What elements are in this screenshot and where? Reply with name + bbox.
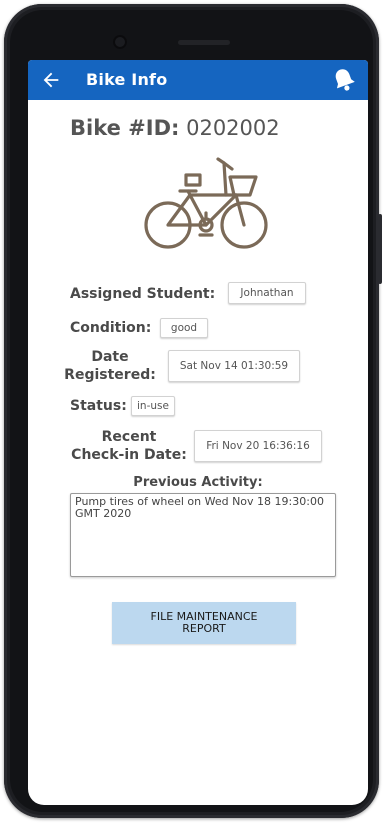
bike-id-value: 0202002 <box>186 116 280 140</box>
previous-activity-textarea[interactable]: Pump tires of wheel on Wed Nov 18 19:30:… <box>70 493 336 577</box>
recent-checkin-label: Recent Check-in Date: <box>68 428 190 464</box>
recent-checkin-label-line2: Check-in Date: <box>71 447 187 463</box>
condition-label: Condition: <box>70 320 152 336</box>
side-button <box>378 214 382 284</box>
bike-id-heading: Bike #ID: 0202002 <box>70 116 280 140</box>
previous-activity-label: Previous Activity: <box>133 475 263 490</box>
bicycle-icon <box>144 157 268 249</box>
recent-checkin-label-line1: Recent <box>101 429 157 445</box>
file-maintenance-report-button[interactable]: FILE MAINTENANCE REPORT <box>112 602 296 644</box>
date-registered-label-line1: Date <box>91 349 129 365</box>
condition-value: good <box>160 318 208 338</box>
assigned-student-value: Johnathan <box>228 282 306 304</box>
app-bar: Bike Info <box>28 60 368 100</box>
back-arrow-icon[interactable] <box>40 69 62 91</box>
phone-frame: Bike Info Bike #ID: 0202002 Assigned Stu… <box>4 4 382 818</box>
front-camera <box>113 35 127 49</box>
status-label: Status: <box>70 398 127 414</box>
date-registered-label: Date Registered: <box>60 348 160 384</box>
recent-checkin-value: Fri Nov 20 16:36:16 <box>194 430 322 462</box>
bell-icon[interactable] <box>330 66 358 94</box>
date-registered-value: Sat Nov 14 01:30:59 <box>168 350 300 382</box>
earpiece-speaker <box>178 40 230 45</box>
status-value: in-use <box>131 396 175 416</box>
file-report-label-line2: REPORT <box>182 622 226 635</box>
assigned-student-label: Assigned Student: <box>70 286 216 302</box>
page-title: Bike Info <box>86 70 168 89</box>
date-registered-label-line2: Registered: <box>64 367 156 383</box>
bike-id-label: Bike #ID: <box>70 116 180 140</box>
app-screen: Bike Info Bike #ID: 0202002 Assigned Stu… <box>28 60 368 805</box>
